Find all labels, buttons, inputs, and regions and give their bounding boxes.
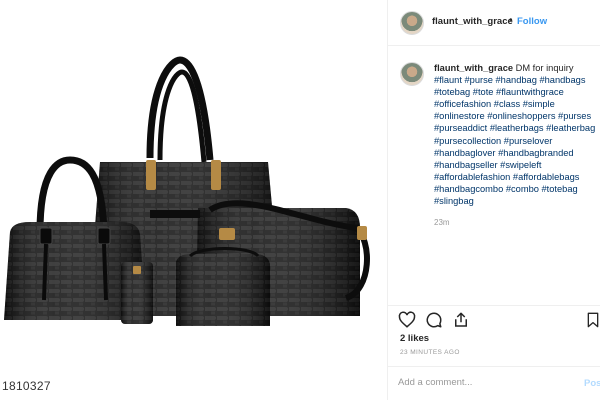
share-icon[interactable] [452, 311, 470, 329]
caption-username[interactable]: flaunt_with_grace [434, 63, 513, 73]
post-timestamp[interactable]: 23 MINUTES AGO [400, 349, 460, 356]
comment-input[interactable] [398, 377, 563, 388]
caption-hashtags[interactable]: #flaunt #purse #handbag #handbags #toteb… [434, 75, 595, 206]
photo-watermark: 1810327 [2, 379, 51, 393]
post-sidebar: flaunt_with_grace • Follow flaunt_with_g… [387, 0, 600, 400]
caption-avatar[interactable] [400, 62, 424, 86]
likes-count[interactable]: 2 likes [400, 333, 429, 344]
comment-icon[interactable] [425, 311, 443, 329]
caption-text-block: flaunt_with_grace DM for inquiry #flaunt… [434, 62, 596, 207]
handbag-set-image [4, 56, 370, 326]
follow-button[interactable]: Follow [517, 16, 547, 27]
bookmark-icon[interactable] [585, 311, 600, 329]
comment-bar: Post [388, 366, 600, 401]
heart-icon[interactable] [398, 311, 416, 329]
post-header: flaunt_with_grace • Follow [388, 0, 600, 46]
caption-time: 23m [434, 218, 450, 227]
header-separator: • [509, 15, 513, 26]
post-comment-button[interactable]: Post [584, 378, 600, 389]
caption-text: DM for inquiry [515, 63, 574, 73]
action-bar [388, 305, 600, 334]
avatar[interactable] [400, 11, 424, 35]
post-photo[interactable]: 1810327 [0, 0, 387, 400]
header-username[interactable]: flaunt_with_grace [432, 16, 513, 27]
